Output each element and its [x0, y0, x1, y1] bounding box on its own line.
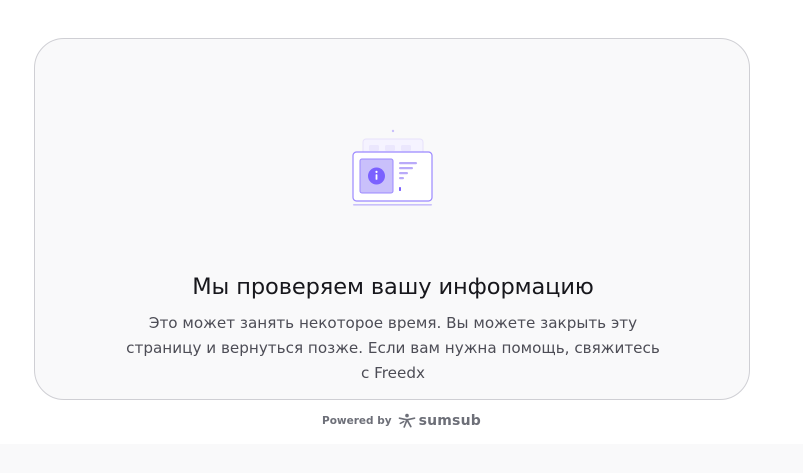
page-title: Мы проверяем вашу информацию: [192, 274, 594, 300]
sumsub-brand-text: sumsub: [418, 413, 481, 429]
powered-by-label: Powered by: [322, 415, 392, 427]
sumsub-logo-icon: [398, 413, 416, 429]
document-info-illustration-icon: [346, 126, 442, 210]
status-description: Это может занять некоторое время. Вы мож…: [126, 314, 660, 382]
powered-by-sumsub-link[interactable]: Powered by sumsub: [322, 410, 481, 432]
page-bottom-band: [0, 444, 803, 473]
info-icon: [368, 167, 385, 185]
